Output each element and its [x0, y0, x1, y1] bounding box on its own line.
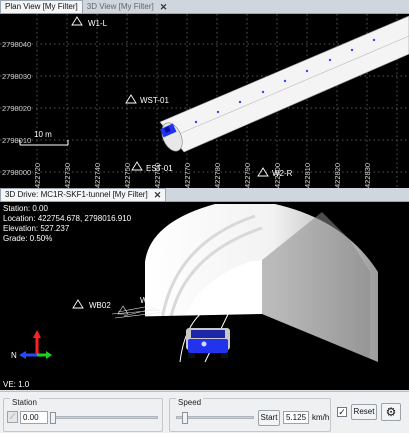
close-icon[interactable]: ✕: [154, 189, 162, 201]
x-label: 422820: [333, 163, 342, 188]
hud-ve: VE: 1.0: [3, 380, 30, 389]
top-tab-bar: Plan View [My Filter] 3D View [My Filter…: [0, 0, 409, 14]
triangle-icon: [72, 299, 84, 309]
point-label: W2-R: [272, 169, 293, 178]
speed-unit: km/h: [312, 413, 330, 422]
plan-grid: [0, 14, 409, 188]
hud-grade: Grade: 0.50%: [3, 234, 53, 243]
y-label: 2798020: [2, 104, 31, 113]
point-label: WST-01: [140, 96, 169, 105]
x-label: 422720: [33, 163, 42, 188]
close-icon[interactable]: ✕: [160, 1, 168, 13]
drive-tab-bar: 3D Drive: MC1R-SKF1-tunnel [My Filter] ✕: [0, 188, 409, 202]
x-label: 422780: [213, 163, 222, 188]
tab-plan-view[interactable]: Plan View [My Filter]: [0, 0, 83, 13]
plan-y-labels: 2798040 2798030 2798020 2798010 2798000: [2, 40, 31, 177]
speed-group-label: Speed: [176, 398, 204, 407]
station-icon[interactable]: ⟋: [7, 411, 18, 423]
speed-slider-thumb[interactable]: [182, 412, 188, 424]
reset-button[interactable]: Reset: [351, 404, 377, 420]
x-label: 422730: [63, 163, 72, 188]
point-label: WB02: [89, 301, 111, 310]
triangle-icon: [131, 161, 143, 171]
drive-view-canvas[interactable]: WB02 W N Station: 0.00 Location: 422754.…: [0, 202, 409, 390]
hud-elevation: Elevation: 527.237: [3, 224, 70, 233]
drive-controls: Station ⟋ 0.00 Speed Start 5.125 km/h ✓ …: [0, 391, 409, 433]
x-label: 422750: [123, 163, 132, 188]
x-label: 422740: [93, 163, 102, 188]
station-slider-track[interactable]: [50, 416, 158, 419]
plan-x-labels: 422720 422730 422740 422750 422760 42277…: [33, 163, 372, 188]
point-label: W1-L: [88, 19, 108, 28]
speed-group: Speed Start 5.125 km/h: [169, 398, 331, 432]
checkbox[interactable]: ✓: [337, 407, 347, 417]
station-group: Station ⟋ 0.00: [3, 398, 163, 432]
x-label: 422770: [183, 163, 192, 188]
plan-view-canvas[interactable]: 2798040 2798030 2798020 2798010 2798000 …: [0, 14, 409, 188]
tab-3d-drive[interactable]: 3D Drive: MC1R-SKF1-tunnel [My Filter] ✕: [0, 188, 167, 201]
hud-location: Location: 422754.678, 2798016.910: [3, 214, 132, 223]
speed-input[interactable]: 5.125: [283, 411, 309, 424]
x-label: 422830: [363, 163, 372, 188]
y-label: 2798000: [2, 168, 31, 177]
x-label: 422790: [243, 163, 252, 188]
y-label: 2798030: [2, 72, 31, 81]
tab-3d-drive-label: 3D Drive: MC1R-SKF1-tunnel [My Filter]: [5, 190, 148, 199]
station-group-label: Station: [10, 398, 39, 407]
start-button[interactable]: Start: [258, 410, 280, 426]
tunnel-plan-shape: [159, 15, 409, 153]
y-label: 2798010: [2, 136, 31, 145]
station-slider-thumb[interactable]: [50, 412, 56, 424]
y-label: 2798040: [2, 40, 31, 49]
point-label: EST-01: [146, 164, 173, 173]
gear-icon[interactable]: ⚙: [381, 403, 401, 421]
drive-point-labels: WB02 W: [72, 296, 148, 310]
tab-plan-view-label: Plan View [My Filter]: [5, 2, 78, 11]
station-input[interactable]: 0.00: [20, 411, 48, 424]
tab-3d-view-label: 3D View [My Filter]: [86, 1, 154, 11]
hud-station: Station: 0.00: [3, 204, 48, 213]
point-label: W: [140, 296, 148, 305]
plan-view-svg: 2798040 2798030 2798020 2798010 2798000 …: [0, 14, 409, 188]
triangle-icon: [125, 94, 137, 104]
scale-label: 10 m: [34, 130, 52, 139]
hud-readout: Station: 0.00 Location: 422754.678, 2798…: [3, 204, 131, 244]
triangle-icon: [71, 16, 83, 26]
tab-3d-view[interactable]: 3D View [My Filter] ✕: [83, 0, 172, 13]
axis-gizmo-icon: N: [11, 330, 52, 360]
x-label: 422810: [303, 163, 312, 188]
north-label: N: [11, 351, 17, 360]
